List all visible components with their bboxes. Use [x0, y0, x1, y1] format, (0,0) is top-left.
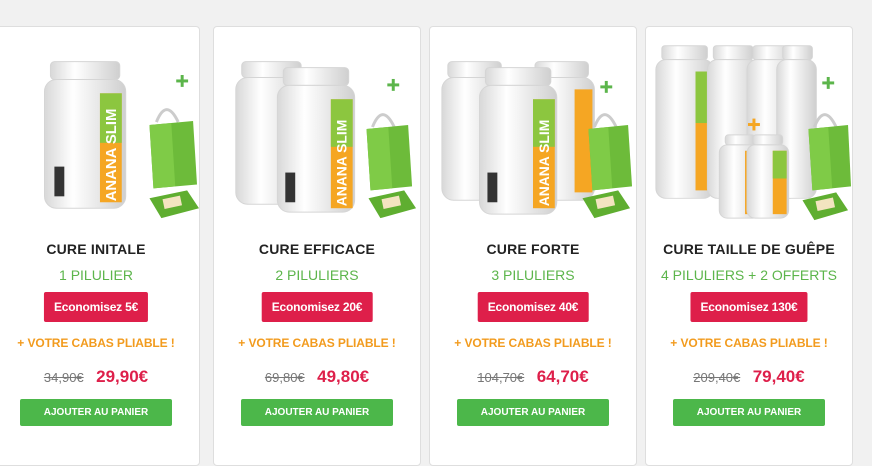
add-to-cart-button[interactable]: AJOUTER AU PANIER — [241, 399, 393, 426]
plus-icon — [600, 80, 613, 93]
savings-badge: Economisez 20€ — [261, 292, 373, 322]
price-row: 34,90€ 29,90€ — [0, 367, 199, 387]
bonus-bag-text: + VOTRE CABAS PLIABLE ! — [238, 336, 396, 350]
product-image — [655, 45, 852, 221]
product-subtitle: 4 PILULIERS + 2 OFFERTS — [661, 267, 837, 283]
product-title: CURE FORTE — [486, 241, 580, 257]
product-title: CURE INITALE — [46, 241, 146, 257]
savings-badge: Economisez 40€ — [477, 292, 589, 322]
old-price: 104,70€ — [477, 370, 525, 385]
product-card-cure-forte: ANANA SLIM CURE FORTE 3 PILULIERS Econom… — [429, 26, 637, 466]
scrollbar[interactable] — [860, 0, 872, 436]
bonus-bag-text: + VOTRE CABAS PLIABLE ! — [454, 336, 612, 350]
plus-icon — [387, 78, 400, 91]
product-image: ANANA SLIM — [441, 61, 633, 219]
product-card-cure-initiale: ANANA SLIM CURE INITALE 1 PILULIER Econo… — [0, 26, 200, 466]
old-price: 69,80€ — [264, 370, 305, 385]
product-image: ANANA SLIM — [235, 61, 417, 219]
add-to-cart-button[interactable]: AJOUTER AU PANIER — [457, 399, 609, 426]
product-title: CURE TAILLE DE GUÊPE — [663, 241, 835, 257]
svg-text:ANANA SLIM: ANANA SLIM — [536, 120, 552, 207]
new-price: 79,40€ — [752, 367, 805, 386]
svg-text:ANANA SLIM: ANANA SLIM — [104, 109, 120, 202]
plus-icon — [176, 75, 189, 87]
new-price: 29,90€ — [96, 367, 149, 386]
old-price: 34,90€ — [43, 370, 84, 385]
savings-badge: Economisez 5€ — [43, 292, 149, 322]
bottle-icon: ANANA SLIM — [276, 67, 356, 213]
bonus-bag-text: + VOTRE CABAS PLIABLE ! — [17, 336, 175, 350]
tote-bag-icon — [366, 113, 413, 191]
tote-bag-icon — [149, 108, 198, 189]
svg-text:ANANA SLIM: ANANA SLIM — [334, 120, 350, 207]
product-subtitle: 2 PILULIERS — [275, 267, 359, 283]
new-price: 49,80€ — [317, 367, 370, 386]
product-image: ANANA SLIM — [44, 61, 199, 219]
folded-pouch-icon — [149, 190, 199, 219]
product-card-cure-taille-de-guepe: CURE TAILLE DE GUÊPE 4 PILULIERS + 2 OFF… — [645, 26, 853, 466]
product-card-cure-efficace: ANANA SLIM CURE EFFICACE 2 PILULIERS Eco… — [213, 26, 421, 466]
bottle-icon: ANANA SLIM — [479, 67, 558, 215]
price-row: 69,80€ 49,80€ — [214, 367, 420, 387]
bottle-icon — [655, 45, 714, 199]
plus-icon — [822, 76, 835, 89]
product-subtitle: 3 PILULIERS — [491, 267, 575, 283]
folded-pouch-icon — [368, 190, 417, 219]
product-title: CURE EFFICACE — [258, 241, 376, 257]
bottle-icon: ANANA SLIM — [44, 61, 127, 209]
tote-bag-icon — [808, 113, 852, 191]
tote-bag-icon — [588, 113, 633, 191]
bonus-bag-text: + VOTRE CABAS PLIABLE ! — [670, 336, 828, 350]
savings-badge: Economisez 130€ — [690, 292, 808, 322]
add-to-cart-button[interactable]: AJOUTER AU PANIER — [20, 399, 172, 426]
new-price: 64,70€ — [536, 367, 589, 386]
product-subtitle: 1 PILULIER — [59, 267, 133, 283]
bottle-icon — [746, 134, 790, 219]
price-row: 209,40€ 79,40€ — [646, 367, 852, 387]
add-to-cart-button[interactable]: AJOUTER AU PANIER — [673, 399, 825, 426]
old-price: 209,40€ — [693, 370, 741, 385]
price-row: 104,70€ 64,70€ — [430, 367, 636, 387]
